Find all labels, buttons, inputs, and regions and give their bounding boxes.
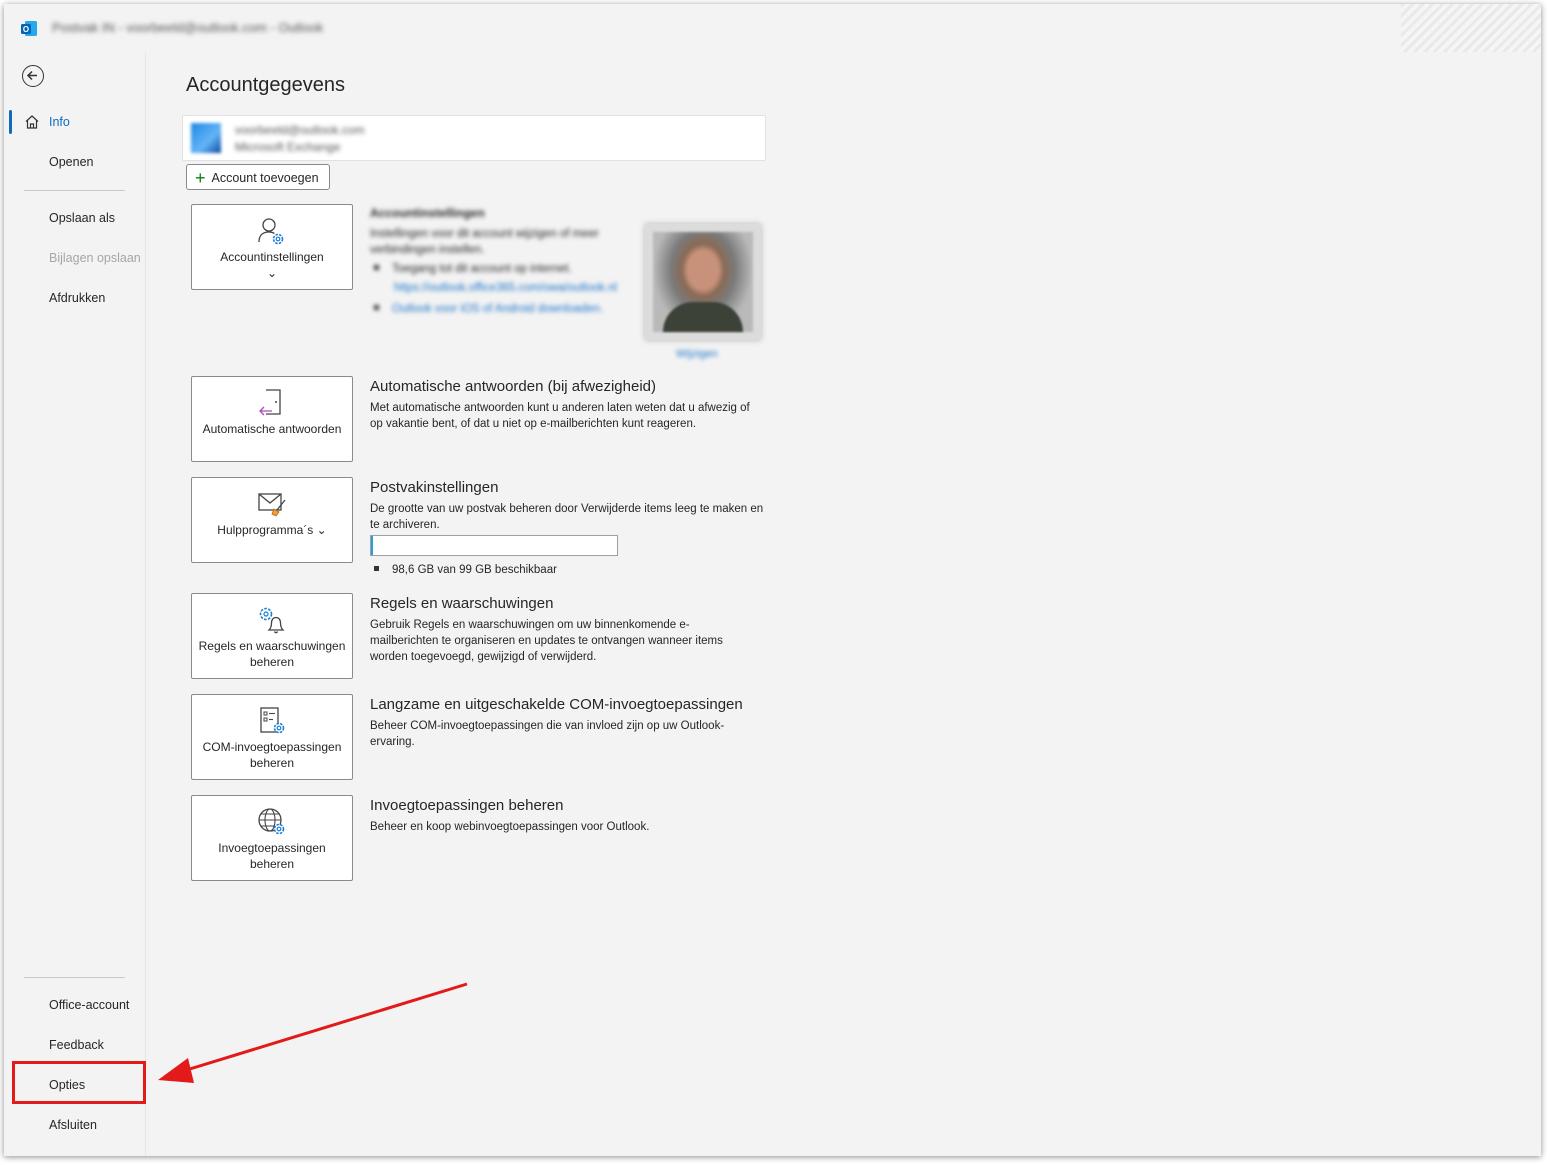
title-bar: O Postvak IN - voorbeeld@outlook.com - O…	[4, 4, 1541, 52]
nav-item-label: Afsluiten	[49, 1118, 97, 1132]
mailbox-desc: De grootte van uw postvak beheren door V…	[370, 503, 764, 531]
window-title: Postvak IN - voorbeeld@outlook.com - Out…	[52, 20, 324, 35]
mailbox-title: Postvakinstellingen	[370, 479, 499, 496]
nav-item-bijlagen-opslaan: Bijlagen opslaan	[4, 241, 144, 275]
nav-item-opslaan-als[interactable]: Opslaan als	[4, 201, 144, 235]
tile-label: Regels en waarschuwingen beheren	[198, 639, 346, 669]
rules-title: Regels en waarschuwingen	[370, 595, 554, 612]
com-addins-desc: Beheer COM-invoegtoepassingen die van in…	[370, 720, 725, 748]
account-settings-title: Accountinstellingen	[370, 206, 485, 220]
nav-item-feedback[interactable]: Feedback	[4, 1028, 144, 1062]
back-button[interactable]	[22, 65, 44, 87]
page-title: Accountgegevens	[186, 74, 346, 96]
auto-reply-title: Automatische antwoorden (bij afwezigheid…	[370, 378, 656, 395]
outlook-window: O Postvak IN - voorbeeld@outlook.com - O…	[4, 4, 1541, 1156]
svg-text:O: O	[23, 25, 29, 34]
com-addins-tile[interactable]: COM-invoegtoepassingen beheren	[191, 694, 353, 780]
nav-separator	[24, 190, 125, 191]
tile-label: Hulpprogramma´s ⌄	[217, 523, 327, 537]
nav-item-info[interactable]: Info	[4, 105, 144, 139]
back-arrow-icon	[26, 70, 37, 81]
addins-desc: Beheer en koop webinvoegtoepassingen voo…	[370, 821, 650, 833]
account-email: voorbeeld@outlook.com	[235, 123, 365, 137]
rules-alerts-icon	[259, 607, 285, 634]
auto-reply-tile[interactable]: Automatische antwoorden	[191, 376, 353, 462]
tile-label: Accountinstellingen ⌄	[220, 250, 324, 280]
rules-desc: Gebruik Regels en waarschuwingen om uw b…	[370, 619, 723, 663]
account-selector[interactable]: voorbeeld@outlook.com Microsoft Exchange	[182, 115, 766, 161]
info-panel: Accountgegevens voorbeeld@outlook.com Mi…	[145, 52, 1541, 1156]
com-addins-icon	[260, 707, 285, 734]
door-out-icon	[259, 389, 281, 416]
mailbox-quota-fill	[371, 536, 374, 555]
nav-item-label: Info	[49, 115, 70, 129]
nav-item-afsluiten[interactable]: Afsluiten	[4, 1108, 144, 1142]
nav-item-afdrukken[interactable]: Afdrukken	[4, 281, 144, 315]
account-settings-tile[interactable]: Accountinstellingen ⌄	[191, 204, 353, 290]
nav-item-openen[interactable]: Openen	[4, 145, 144, 179]
account-avatar	[191, 123, 221, 153]
account-settings-bullet: Toegang tot dit account op internet.	[374, 263, 624, 275]
outlook-app-icon: O	[21, 21, 37, 36]
globe-gear-icon	[258, 808, 285, 835]
chevron-down-icon: ⌄	[266, 266, 278, 280]
change-photo-link[interactable]: Wijzigen	[676, 348, 718, 360]
account-settings-icon	[258, 218, 284, 245]
opties-highlight-box	[12, 1061, 146, 1104]
nav-item-label: Office-account	[49, 998, 130, 1012]
tile-label: COM-invoegtoepassingen beheren	[202, 740, 342, 770]
title-bar-decoration	[1401, 4, 1541, 52]
tile-label: Invoegtoepassingen beheren	[218, 841, 326, 871]
add-account-button[interactable]: + Account toevoegen	[186, 164, 330, 190]
plus-icon: +	[195, 168, 206, 188]
nav-item-label: Openen	[49, 155, 94, 169]
add-account-label: Account toevoegen	[211, 171, 319, 185]
account-settings-desc: Instellingen voor dit account wijzigen o…	[370, 228, 599, 256]
addins-tile[interactable]: Invoegtoepassingen beheren	[191, 795, 353, 881]
com-addins-title: Langzame en uitgeschakelde COM-invoegtoe…	[370, 696, 743, 713]
nav-item-label: Bijlagen opslaan	[49, 251, 141, 265]
rules-tile[interactable]: Regels en waarschuwingen beheren	[191, 593, 353, 679]
chevron-down-icon: ⌄	[316, 523, 327, 537]
addins-title: Invoegtoepassingen beheren	[370, 797, 564, 814]
backstage-nav: Info Openen Opslaan als Bijlagen opslaan…	[4, 52, 144, 1156]
account-type: Microsoft Exchange	[235, 140, 341, 154]
auto-reply-desc: Met automatische antwoorden kunt u ander…	[370, 402, 750, 430]
web-access-link[interactable]: https://outlook.office365.com/owa/outloo…	[394, 282, 638, 294]
mailbox-quota-bar	[370, 535, 618, 556]
nav-item-office-account[interactable]: Office-account	[4, 988, 144, 1022]
mobile-app-link[interactable]: Outlook voor iOS of Android downloaden.	[374, 303, 638, 315]
nav-separator	[24, 977, 125, 978]
nav-item-label: Afdrukken	[49, 291, 106, 305]
mailbox-tools-tile[interactable]: Hulpprogramma´s ⌄	[191, 477, 353, 563]
profile-photo[interactable]	[645, 224, 761, 340]
nav-item-label: Feedback	[49, 1038, 104, 1052]
nav-item-label: Opslaan als	[49, 211, 116, 225]
mailbox-cleanup-icon	[258, 493, 286, 517]
mailbox-quota-text: 98,6 GB van 99 GB beschikbaar	[374, 564, 557, 576]
home-icon	[25, 115, 39, 129]
tile-label: Automatische antwoorden	[202, 422, 342, 436]
